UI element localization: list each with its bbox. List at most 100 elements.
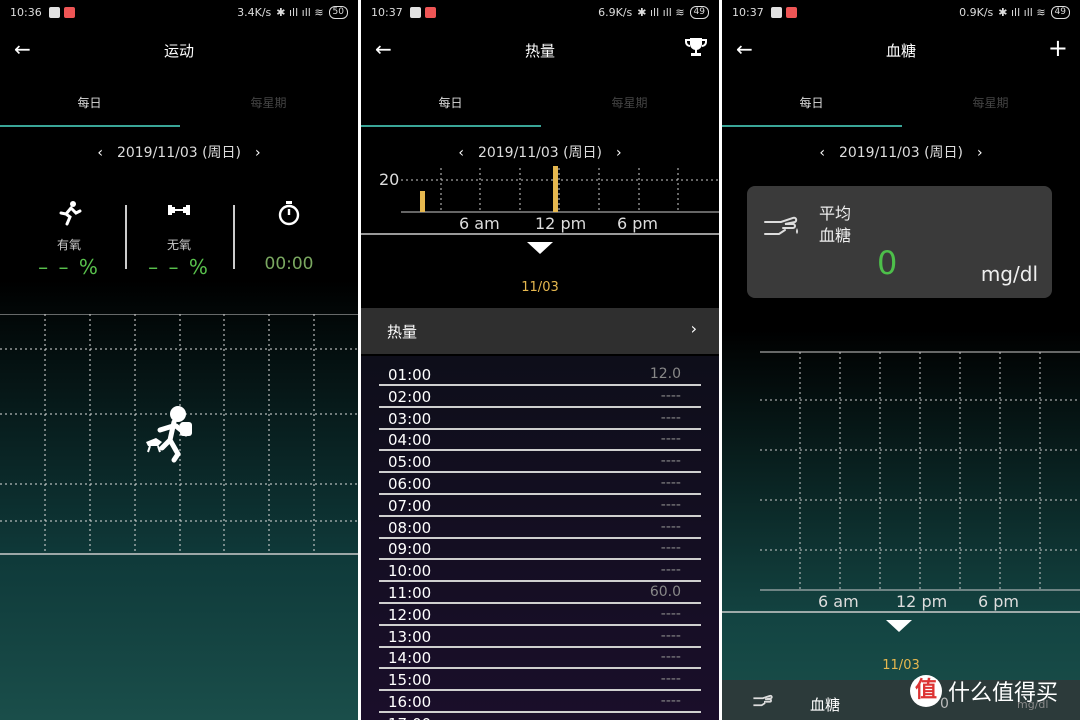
hour-value: ---- [660,693,681,709]
stat-value: – – % [38,255,100,279]
stat-value: – – % [148,255,210,279]
status-time: 10:37 [371,6,403,19]
stopwatch-icon [234,200,344,230]
calorie-chart: 20 6 am 12 pm 6 pm [361,164,719,236]
tab-daily[interactable]: 每日 [0,94,179,111]
tab-weekly[interactable]: 每星期 [540,94,719,111]
tab-daily[interactable]: 每日 [361,94,540,111]
hourly-list: 01:00 12.0 02:00 ---- 03:00 ---- 04:00 ---- 05:0… [361,356,719,720]
chevron-right-icon: › [690,319,697,338]
hour-row: 09:00 ---- [379,538,701,561]
watermark-logo-icon: 值 [910,675,942,707]
hour-value: 12.0 [649,366,681,382]
x-tick-label: 12 pm [896,592,948,611]
tab-bar: 每日 每星期 [361,88,719,128]
trophy-icon[interactable] [685,36,707,63]
status-bar: 10:37 6.9K/s ✱ ıll ıll ≋ 49 [361,0,719,26]
hour-time: 05:00 [388,453,432,472]
top-bar: ← 血糖 + [722,30,1080,70]
page-title: 血糖 [885,42,916,60]
stat-value: 00:00 [264,254,314,274]
calorie-bar [420,190,426,212]
card-label-line1: 平均 [819,204,852,223]
x-tick-label: 6 am [459,214,500,233]
prev-date-chevron-icon[interactable]: ‹ [819,145,825,161]
hour-value: 60.0 [649,584,681,600]
expand-triangle-icon[interactable] [527,242,553,254]
hour-row: 16:00 ---- [379,691,701,713]
x-tick-label: 12 pm [535,214,587,233]
hour-value: ---- [660,562,681,579]
date-label: 2019/11/03 (周日) [477,145,603,161]
bar-area [401,164,719,212]
tab-indicator [722,125,902,127]
hour-row: 07:00 ---- [379,495,701,517]
stat-label [234,236,344,252]
battery-icon: 49 [1050,6,1070,19]
status-bar: 10:36 3.4K/s ✱ ıll ıll ≋ 50 [0,0,358,26]
next-date-chevron-icon[interactable]: › [977,145,983,161]
tab-indicator [361,125,541,127]
status-right: 6.9K/s ✱ ıll ıll ≋ 49 [598,6,709,19]
exercise-panel: 10:36 3.4K/s ✱ ıll ıll ≋ 50 ← 运动 每日 每星期 … [0,0,358,720]
expand-triangle-icon[interactable] [886,620,912,632]
battery-icon: 50 [328,6,348,19]
date-selector: ‹ 2019/11/03 (周日) › [722,142,1080,162]
hour-row: 01:00 12.0 [379,364,701,386]
next-date-chevron-icon[interactable]: › [616,145,622,161]
tab-weekly[interactable]: 每星期 [901,94,1080,111]
glucose-chart: 6 am 12 pm 6 pm [722,350,1080,615]
stat-anaerobic: 无氧 – – % [124,200,234,279]
hour-time: 02:00 [388,387,432,406]
dumbbell-icon [124,200,234,230]
prev-date-chevron-icon[interactable]: ‹ [458,145,464,161]
x-tick-label: 6 am [818,592,859,611]
hour-time: 14:00 [388,649,432,668]
date-selector: ‹ 2019/11/03 (周日) › [361,142,719,162]
selected-day-label: 11/03 [521,280,559,295]
tab-daily[interactable]: 每日 [722,94,901,111]
glucose-unit: mg/dl [980,262,1038,286]
tab-weekly[interactable]: 每星期 [179,94,358,111]
status-time: 10:36 [10,6,42,19]
page-title: 运动 [163,42,194,60]
battery-icon: 49 [689,6,709,19]
network-speed: 3.4K/s [237,6,272,19]
hour-time: 17:00 [388,715,431,720]
hour-time: 01:00 [388,366,432,384]
hour-row: 10:00 ---- [379,560,701,583]
average-glucose-card: 平均 血糖 0 mg/dl [747,186,1052,298]
hour-value: ---- [660,540,681,557]
next-date-chevron-icon[interactable]: › [255,145,261,161]
finger-drop-icon [752,690,776,714]
status-time: 10:37 [732,6,764,19]
hour-row: 13:00 ---- [379,626,701,648]
top-bar: ← 运动 [0,30,358,70]
prev-date-chevron-icon[interactable]: ‹ [97,145,103,161]
hour-value: ---- [660,496,681,513]
hour-time: 15:00 [388,671,432,690]
plus-icon[interactable]: + [1048,34,1068,62]
hour-time: 10:00 [388,562,432,581]
signal-icon: ✱ ıll ıll ≋ [637,6,685,19]
finger-drop-icon [763,204,803,244]
status-right: 0.9K/s ✱ ıll ıll ≋ 49 [959,6,1070,19]
hour-time: 16:00 [388,693,432,711]
hour-time: 08:00 [388,518,432,537]
hour-row: 14:00 ---- [379,647,701,670]
tab-bar: 每日 每星期 [0,88,358,128]
hour-value: ---- [660,671,681,688]
hour-value: ---- [660,605,681,622]
running-icon [14,200,124,230]
tab-bar: 每日 每星期 [722,88,1080,128]
blood-glucose-panel: 10:37 0.9K/s ✱ ıll ıll ≋ 49 ← 血糖 + 每日 每星… [722,0,1080,720]
hour-row: 15:00 ---- [379,669,701,692]
card-label-line2: 血糖 [819,226,852,245]
stat-duration: 00:00 [234,200,344,274]
top-bar: ← 热量 [361,30,719,70]
status-bar: 10:37 0.9K/s ✱ ıll ıll ≋ 49 [722,0,1080,26]
section-label: 热量 [387,323,418,341]
stat-label: 有氧 [56,238,81,252]
calories-section-row[interactable]: 热量 › [361,308,719,354]
hour-time: 09:00 [388,540,432,559]
